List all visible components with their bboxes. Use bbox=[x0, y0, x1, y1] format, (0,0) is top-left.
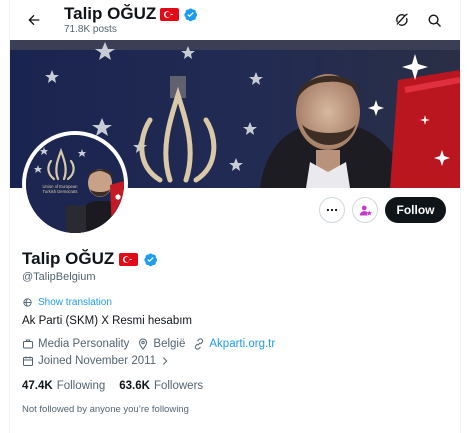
profile-avatar[interactable]: Union of European Turkish Democrats bbox=[22, 131, 128, 237]
show-translation-label: Show translation bbox=[38, 297, 112, 308]
not-followed-notice: Not followed by anyone you’re following bbox=[22, 404, 189, 415]
more-button[interactable] bbox=[319, 197, 345, 223]
category-label: Media Personality bbox=[38, 338, 130, 350]
header-name: Talip OĞUZ bbox=[64, 4, 157, 23]
svg-text:Turkish Democrats: Turkish Democrats bbox=[43, 189, 78, 194]
profile-bio: Ak Parti (SKM) X Resmi hesabım bbox=[22, 315, 192, 327]
location-pin-icon bbox=[139, 338, 148, 350]
website-link[interactable]: Akparti.org.tr bbox=[209, 338, 275, 350]
subscribe-button[interactable] bbox=[352, 197, 378, 223]
followers-link[interactable]: 63.6K Followers bbox=[119, 380, 203, 392]
grok-button[interactable] bbox=[388, 6, 416, 34]
post-count: 71.8K posts bbox=[64, 24, 117, 35]
avatar-image: Union of European Turkish Democrats bbox=[26, 135, 124, 233]
location-label: België bbox=[153, 338, 186, 350]
follow-stats: 47.4K Following 63.6K Followers bbox=[22, 380, 203, 392]
followers-label: Followers bbox=[153, 380, 204, 392]
show-translation-link[interactable]: Show translation bbox=[22, 297, 112, 308]
search-button[interactable] bbox=[420, 6, 448, 34]
turkey-flag-icon bbox=[119, 252, 139, 266]
briefcase-icon bbox=[23, 339, 33, 349]
profile-name-row: Talip OĞUZ bbox=[22, 249, 158, 269]
grok-icon bbox=[396, 13, 408, 26]
profile-handle: @TalipBelgium bbox=[22, 271, 96, 283]
search-icon bbox=[428, 14, 441, 27]
translate-icon bbox=[23, 298, 32, 307]
more-icon bbox=[326, 208, 338, 212]
profile-header: Talip OĞUZ 71.8K posts bbox=[10, 0, 460, 40]
right-border bbox=[460, 0, 461, 433]
following-count: 47.4K bbox=[22, 380, 53, 392]
avatar: Union of European Turkish Democrats bbox=[26, 135, 124, 233]
arrow-left-icon bbox=[28, 14, 40, 26]
link-icon bbox=[195, 338, 204, 350]
following-link[interactable]: 47.4K Following bbox=[22, 380, 105, 392]
followers-count: 63.6K bbox=[119, 380, 150, 392]
verified-badge-icon bbox=[184, 7, 198, 21]
header-title: Talip OĞUZ bbox=[64, 4, 198, 24]
category-item: Media Personality bbox=[22, 338, 129, 350]
location-item: België bbox=[137, 338, 185, 350]
joined-item[interactable]: Joined November 2011 bbox=[22, 355, 170, 367]
follow-button[interactable]: Follow bbox=[385, 197, 446, 223]
back-button[interactable] bbox=[20, 6, 48, 34]
profile-meta: Media Personality België Akparti.org.tr bbox=[22, 338, 275, 350]
joined-label: Joined November 2011 bbox=[38, 355, 157, 367]
profile-name: Talip OĞUZ bbox=[22, 249, 115, 268]
verified-badge-icon[interactable] bbox=[143, 252, 158, 267]
chevron-right-icon bbox=[163, 357, 168, 365]
turkey-flag-icon bbox=[160, 7, 180, 21]
calendar-icon bbox=[23, 356, 33, 366]
subscribe-icon bbox=[359, 205, 372, 215]
following-label: Following bbox=[56, 380, 106, 392]
website-item[interactable]: Akparti.org.tr bbox=[193, 338, 275, 350]
